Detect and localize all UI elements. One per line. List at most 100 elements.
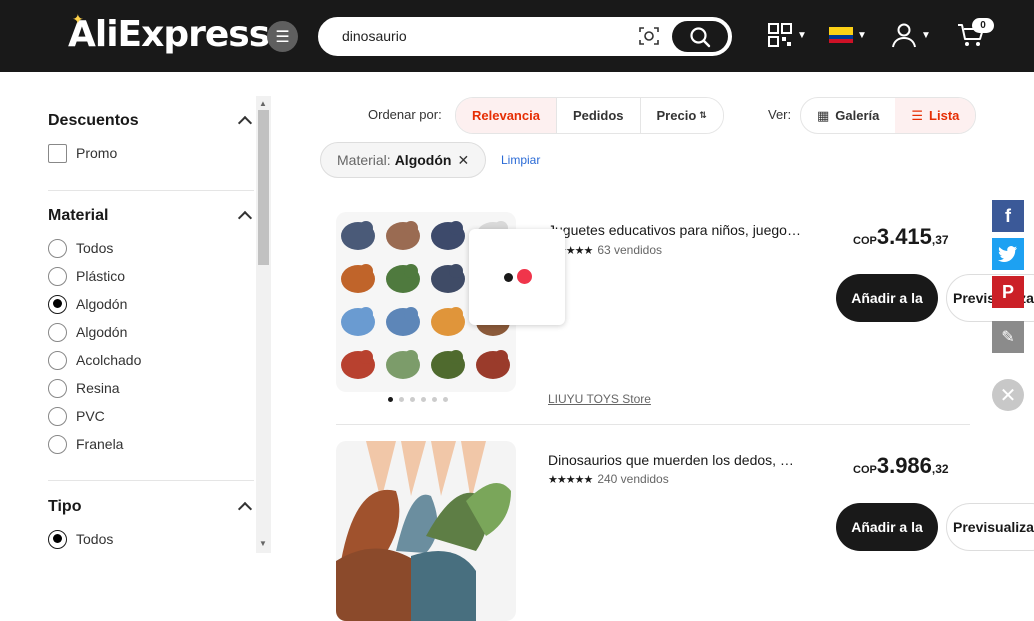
price-decimal: ,32 xyxy=(931,462,949,476)
edit-share-button[interactable]: ✎ xyxy=(992,321,1024,353)
scroll-up-icon[interactable]: ▲ xyxy=(259,99,267,108)
store-link[interactable]: LIUYU TOYS Store xyxy=(548,392,651,406)
divider xyxy=(48,480,254,481)
radio-button[interactable] xyxy=(48,322,67,342)
categories-menu-button[interactable]: ☰ xyxy=(267,21,298,52)
filters-sidebar: Descuentos Promo Material Todos Plástico… xyxy=(0,96,272,553)
chevron-down-icon: ▼ xyxy=(857,29,867,41)
carousel-dot[interactable] xyxy=(432,397,437,402)
product-price: COP 3.415 ,37 xyxy=(853,224,949,250)
view-list-label: Lista xyxy=(929,108,960,123)
radio-button[interactable] xyxy=(48,350,67,370)
finger-dinosaur-image xyxy=(336,441,511,621)
price-currency: COP xyxy=(853,464,877,476)
carousel-dot[interactable] xyxy=(421,397,426,402)
dinosaur-toy-head xyxy=(404,307,418,321)
collapse-caret-icon[interactable] xyxy=(237,501,253,517)
image-search-icon[interactable] xyxy=(638,25,660,47)
product-title[interactable]: Dinosaurios que muerden los dedos, … xyxy=(548,452,803,468)
collapse-caret-icon[interactable] xyxy=(237,115,253,131)
scrollbar-thumb[interactable] xyxy=(258,110,269,265)
filter-option-algodon-2[interactable]: Algodón xyxy=(48,322,127,342)
chip-key: Material: xyxy=(337,152,391,168)
sort-relevancia-button[interactable]: Relevancia xyxy=(456,98,557,133)
loading-overlay xyxy=(469,229,565,325)
chevron-down-icon: ▼ xyxy=(921,29,931,41)
dinosaur-toy-head xyxy=(449,221,463,235)
app-qr-menu[interactable]: ▼ xyxy=(767,18,807,52)
colombia-flag-icon xyxy=(829,27,853,43)
scroll-down-icon[interactable]: ▼ xyxy=(259,539,267,548)
product-rating: ★★★★★ 63 vendidos xyxy=(548,243,662,257)
edit-icon: ✎ xyxy=(1001,329,1015,346)
filter-option-todos[interactable]: Todos xyxy=(48,238,113,258)
option-label: Algodón xyxy=(76,296,128,312)
add-to-cart-button[interactable]: Añadir a la xyxy=(836,503,938,551)
carousel-dot[interactable] xyxy=(399,397,404,402)
radio-button-selected[interactable] xyxy=(48,294,67,314)
pinterest-share-button[interactable]: P xyxy=(992,276,1024,308)
logo-text: AliExpress xyxy=(68,14,270,55)
view-gallery-label: Galería xyxy=(835,108,880,123)
close-icon: ✕ xyxy=(999,384,1017,407)
divider xyxy=(336,424,970,425)
filter-option-tipo-todos[interactable]: Todos xyxy=(48,529,113,549)
sort-pedidos-button[interactable]: Pedidos xyxy=(556,98,641,133)
collapse-caret-icon[interactable] xyxy=(237,210,253,226)
dinosaur-toy-head xyxy=(359,264,373,278)
sold-count: 63 vendidos xyxy=(597,243,663,257)
product-image[interactable] xyxy=(336,441,516,621)
checkbox[interactable] xyxy=(48,143,67,163)
filter-option-promo[interactable]: Promo xyxy=(48,143,117,163)
facebook-share-button[interactable]: f xyxy=(992,200,1024,232)
section-title-material: Material xyxy=(48,207,109,224)
sort-precio-button[interactable]: Precio ⇅ xyxy=(640,98,723,133)
filter-option-resina[interactable]: Resina xyxy=(48,378,120,398)
search-button[interactable] xyxy=(672,21,728,52)
twitter-share-button[interactable] xyxy=(992,238,1024,270)
product-price: COP 3.986 ,32 xyxy=(853,453,949,479)
add-to-cart-button[interactable]: Añadir a la xyxy=(836,274,938,322)
filter-option-algodon[interactable]: Algodón xyxy=(48,294,127,314)
price-integer: 3.415 xyxy=(876,224,932,249)
clear-filters-link[interactable]: Limpiar xyxy=(501,153,540,167)
close-share-button[interactable]: ✕ xyxy=(992,379,1024,411)
product-title[interactable]: Juguetes educativos para niños, juego… xyxy=(548,222,803,238)
chip-value: Algodón xyxy=(394,152,452,168)
radio-button[interactable] xyxy=(48,378,67,398)
search-input[interactable] xyxy=(342,28,622,44)
chevron-down-icon: ▼ xyxy=(797,29,807,41)
radio-button[interactable] xyxy=(48,266,67,286)
pinterest-icon: P xyxy=(1001,281,1014,302)
radio-button-selected[interactable] xyxy=(48,529,67,549)
top-header: ✦ AliExpress ☰ ▼ ▼ xyxy=(0,0,1034,72)
country-selector[interactable]: ▼ xyxy=(829,18,867,52)
filter-option-franela[interactable]: Franela xyxy=(48,434,123,454)
remove-filter-icon[interactable]: ✕ xyxy=(457,152,469,169)
sort-label: Ordenar por: xyxy=(368,107,442,122)
sort-arrows-icon: ⇅ xyxy=(699,110,707,120)
option-label: Resina xyxy=(76,380,120,396)
dinosaur-toy-head xyxy=(494,350,508,364)
option-label: Todos xyxy=(76,531,114,547)
grid-icon: ▦ xyxy=(817,107,830,123)
option-label: Algodón xyxy=(76,324,128,340)
radio-button[interactable] xyxy=(48,434,67,454)
active-filter-chip[interactable]: Material: Algodón ✕ xyxy=(320,142,487,178)
filter-option-acolchado[interactable]: Acolchado xyxy=(48,350,141,370)
logo-star-icon: ✦ xyxy=(72,12,84,28)
radio-button[interactable] xyxy=(48,406,67,426)
account-menu[interactable]: ▼ xyxy=(891,18,931,52)
aliexpress-logo[interactable]: ✦ AliExpress xyxy=(68,12,270,55)
loading-dot xyxy=(517,269,532,284)
filter-option-pvc[interactable]: PVC xyxy=(48,406,105,426)
carousel-dot[interactable] xyxy=(443,397,448,402)
view-gallery-button[interactable]: ▦ Galería xyxy=(801,98,895,133)
view-list-button[interactable]: ☰ Lista xyxy=(895,98,976,133)
radio-button[interactable] xyxy=(48,238,67,258)
sort-options: Relevancia Pedidos Precio ⇅ xyxy=(455,97,724,134)
carousel-dot[interactable] xyxy=(410,397,415,402)
carousel-dot[interactable] xyxy=(388,397,393,402)
filter-option-plastico[interactable]: Plástico xyxy=(48,266,125,286)
preview-button[interactable]: Previsualizar xyxy=(946,503,1034,551)
